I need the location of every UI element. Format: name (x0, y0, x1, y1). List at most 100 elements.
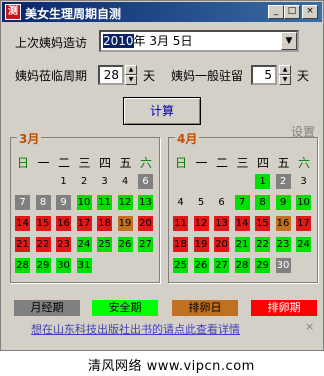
spin-down-icon[interactable]: ▼ (125, 75, 137, 85)
period-duration-spinner[interactable]: ▲ ▼ (279, 65, 291, 85)
cycle-length-spinner[interactable]: ▲ ▼ (125, 65, 137, 85)
spin-up-icon[interactable]: ▲ (279, 65, 291, 75)
weekday-label: 一 (195, 156, 208, 170)
calendar-day[interactable]: 28 (234, 258, 250, 273)
legend-safe: 安全期 (92, 300, 158, 316)
calendar-day[interactable]: 3 (296, 174, 311, 189)
spin-up-icon[interactable]: ▲ (125, 65, 137, 75)
calendar-day[interactable]: 23 (275, 237, 291, 252)
calendar-day[interactable]: 26 (117, 237, 133, 252)
calculate-button[interactable]: 计算 (123, 97, 201, 125)
calendar-day[interactable]: 13 (214, 216, 229, 231)
promo-close-icon[interactable]: × (305, 320, 314, 333)
calendar-day[interactable]: 11 (173, 216, 188, 231)
weekday-header: 日一二三四五六 (15, 154, 157, 170)
calendar-day[interactable]: 6 (214, 195, 229, 210)
calendar-day[interactable]: 2 (77, 174, 92, 189)
calendar-day[interactable]: 7 (234, 195, 250, 210)
calendar-day[interactable]: 8 (35, 195, 51, 210)
month-title: 3月 (17, 130, 42, 147)
calendar-day[interactable]: 25 (97, 237, 112, 252)
calendar-day[interactable]: 13 (138, 195, 153, 210)
weekday-label: 日 (174, 156, 187, 170)
calendar-day[interactable]: 9 (56, 195, 71, 210)
calendar-day[interactable]: 18 (173, 237, 188, 252)
calendar-day[interactable]: 28 (15, 258, 30, 273)
calendar-day[interactable]: 18 (97, 216, 112, 231)
calendar-day[interactable]: 10 (76, 195, 92, 210)
watermark-text: 清风网络 www.vipcn.com (88, 359, 255, 374)
calendar-day[interactable]: 7 (15, 195, 30, 210)
calendar-day[interactable]: 19 (193, 237, 209, 252)
date-rest-segment[interactable]: 年 3月 5日 (134, 34, 193, 48)
close-button[interactable]: × (302, 5, 318, 19)
promo-link[interactable]: 想在山东科技出版社出书的请点此查看详情 (31, 321, 240, 337)
calendar-day[interactable]: 16 (275, 216, 291, 231)
cycle-length-unit: 天 (143, 69, 156, 83)
calendar-day[interactable]: 8 (255, 195, 270, 210)
calendar-day[interactable]: 15 (35, 216, 51, 231)
calendar-day[interactable]: 1 (255, 174, 270, 189)
calendar-day[interactable]: 4 (173, 195, 188, 210)
calendar-day[interactable]: 17 (296, 216, 311, 231)
calendar-day[interactable]: 6 (138, 174, 153, 189)
weekday-header: 日一二三四五六 (173, 154, 315, 170)
calendar-day[interactable]: 30 (275, 258, 291, 273)
calendar-day[interactable]: 27 (138, 237, 153, 252)
last-visit-label: 上次姨妈造访 (15, 36, 88, 50)
calendar-day[interactable]: 4 (118, 174, 133, 189)
cycle-length-input[interactable]: 28 (98, 65, 124, 85)
weekday-label: 二 (215, 156, 228, 170)
calendar-day[interactable]: 21 (234, 237, 250, 252)
last-visit-date-picker[interactable]: 2010年 3月 5日 ▼ (99, 30, 299, 52)
month-title: 4月 (175, 130, 200, 147)
calendar-day[interactable]: 10 (296, 195, 311, 210)
weekday-label: 一 (37, 156, 50, 170)
calendar-day[interactable]: 12 (193, 216, 209, 231)
calendar-day[interactable]: 25 (173, 258, 188, 273)
title-bar[interactable]: 测 美女生理周期自测 _ □ × (2, 2, 322, 22)
calendar-day[interactable]: 21 (15, 237, 30, 252)
calendar-day[interactable]: 19 (117, 216, 133, 231)
calendar-day[interactable]: 20 (214, 237, 229, 252)
calendar-day[interactable]: 5 (194, 195, 209, 210)
calendar-day[interactable]: 1 (56, 174, 71, 189)
calendar-day[interactable]: 26 (193, 258, 209, 273)
calendar-day[interactable]: 24 (76, 237, 92, 252)
calendar-day[interactable]: 16 (56, 216, 71, 231)
calendar-day[interactable]: 24 (296, 237, 311, 252)
calendar-day[interactable]: 20 (138, 216, 153, 231)
calendar-day[interactable]: 29 (255, 258, 270, 273)
period-duration-label: 姨妈一般驻留 (171, 69, 244, 83)
date-dropdown-button[interactable]: ▼ (281, 32, 297, 50)
date-year-segment[interactable]: 2010 (103, 34, 134, 48)
calendar-day[interactable]: 3 (97, 174, 112, 189)
calendar-day[interactable]: 17 (76, 216, 92, 231)
period-duration-input[interactable]: 5 (251, 65, 277, 85)
calendar-day[interactable]: 23 (56, 237, 71, 252)
calendar-day[interactable]: 14 (15, 216, 30, 231)
calendar-day[interactable]: 29 (35, 258, 51, 273)
spin-down-icon[interactable]: ▼ (279, 75, 291, 85)
calendar-day[interactable]: 22 (35, 237, 51, 252)
calendar-day[interactable]: 14 (234, 216, 250, 231)
calendar-day[interactable]: 31 (76, 258, 92, 273)
watermark-bar: 清风网络 www.vipcn.com (0, 351, 324, 376)
calendar-day[interactable]: 9 (275, 195, 291, 210)
window-title: 美女生理周期自测 (25, 7, 122, 21)
calendar-day[interactable]: 30 (56, 258, 71, 273)
calendar-day[interactable]: 11 (97, 195, 112, 210)
calendar-march: 3月 日一二三四五六 1 2 3 4 6 7 8 9 10 11 12 13 14 15 16 17 18 19 2… (10, 130, 160, 283)
calendar-day[interactable]: 12 (117, 195, 133, 210)
calendar-april: 4月 日一二三四五六 1 2 3 4 5 6 7 8 9 10 11 12 13 14 15 16 17 18 19… (168, 130, 318, 283)
minimize-button[interactable]: _ (268, 5, 284, 19)
period-duration-unit: 天 (297, 69, 310, 83)
calendar-day[interactable]: 15 (255, 216, 270, 231)
weekday-label: 六 (139, 156, 152, 170)
calendar-day[interactable]: 27 (214, 258, 229, 273)
calendar-day[interactable]: 22 (255, 237, 270, 252)
weekday-label: 二 (57, 156, 70, 170)
calendar-day[interactable]: 2 (275, 174, 291, 189)
legend-ovulation-day: 排卵日 (172, 300, 238, 316)
maximize-button[interactable]: □ (284, 5, 300, 19)
